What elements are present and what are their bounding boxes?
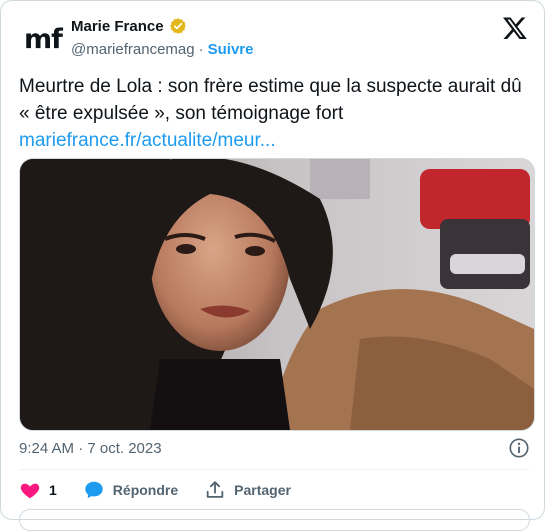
follow-button[interactable]: Suivre [208,41,254,58]
heart-icon [20,483,40,499]
share-label: Partager [234,482,291,498]
handle[interactable]: @mariefrancemag [71,41,195,58]
share-button[interactable]: Partager [204,479,291,501]
like-count: 1 [49,482,57,498]
separator-dot: · [198,41,204,58]
x-logo-icon[interactable] [502,15,528,41]
display-name[interactable]: Marie France [71,18,164,35]
reply-button[interactable]: Répondre [83,479,178,501]
action-bar: 1 Répondre Partager [19,479,317,501]
speech-bubble-icon [85,481,103,499]
like-button[interactable]: 1 [19,479,57,501]
tweet-media-photo[interactable] [19,158,535,431]
tweet-timestamp[interactable]: 9:24 AM · 7 oct. 2023 [19,440,162,457]
info-icon[interactable] [508,437,530,459]
share-upload-icon [206,481,224,498]
read-replies-button[interactable] [19,509,530,531]
tweet-text-block: Meurtre de Lola : son frère estime que l… [19,73,529,154]
author-name-row: Marie France [71,17,187,35]
avatar[interactable]: mf [19,15,67,63]
reply-label: Répondre [112,482,179,498]
verified-badge-icon [169,18,186,34]
article-link[interactable]: mariefrance.fr/actualite/meur... [19,127,529,154]
tweet-card[interactable]: mf Marie France @mariefrancemag · Suivre… [0,0,545,531]
photo-illustration [20,159,534,430]
tweet-text: Meurtre de Lola : son frère estime que l… [19,76,522,124]
divider [19,469,530,470]
handle-row: @mariefrancemag · Suivre [71,41,253,58]
